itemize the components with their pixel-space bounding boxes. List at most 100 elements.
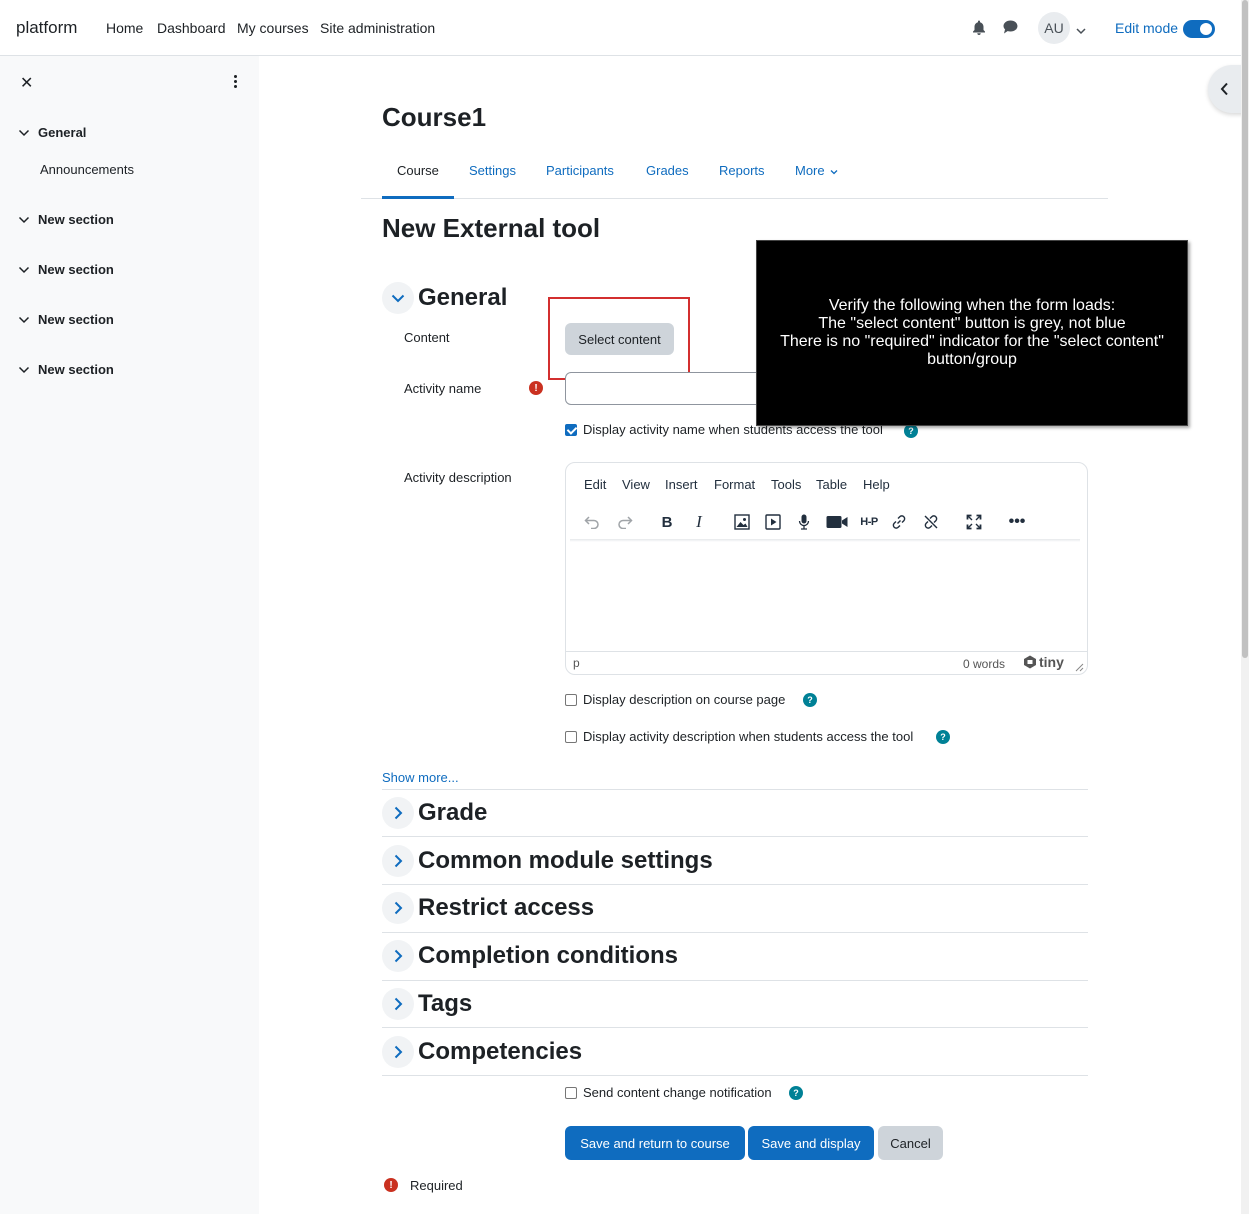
- unlink-icon[interactable]: [921, 512, 941, 532]
- editor-menu-view[interactable]: View: [622, 477, 650, 492]
- editor-menu-tools[interactable]: Tools: [771, 477, 801, 492]
- display-activity-description-checkbox-label: Display activity description when studen…: [583, 729, 914, 744]
- editor-menu-format[interactable]: Format: [714, 477, 755, 492]
- drawer-section-label: New section: [38, 362, 114, 377]
- section-completion-conditions-header[interactable]: Completion conditions: [382, 940, 678, 972]
- display-name-checkbox[interactable]: [565, 424, 577, 436]
- rich-text-editor[interactable]: Edit View Insert Format Tools Table Help…: [565, 462, 1088, 675]
- drawer-section-new-section[interactable]: New section: [18, 362, 114, 377]
- microphone-icon[interactable]: [794, 512, 814, 532]
- word-count[interactable]: 0 words: [963, 657, 1005, 671]
- chevron-left-icon: [1220, 82, 1228, 96]
- required-icon: !: [384, 1178, 398, 1192]
- editor-menu-edit[interactable]: Edit: [584, 477, 606, 492]
- tiny-branding[interactable]: tiny: [1023, 654, 1064, 670]
- nav-site-administration[interactable]: Site administration: [320, 20, 435, 36]
- nav-home[interactable]: Home: [106, 20, 143, 36]
- section-common-module-settings-header[interactable]: Common module settings: [382, 845, 713, 877]
- display-description-checkbox[interactable]: [565, 694, 577, 706]
- drawer-section-label: New section: [38, 312, 114, 327]
- editor-menu-insert[interactable]: Insert: [665, 477, 698, 492]
- display-activity-description-checkbox[interactable]: [565, 731, 577, 743]
- overlay-line: Verify the following when the form loads…: [828, 297, 1116, 314]
- drawer-section-label: General: [38, 125, 87, 140]
- redo-icon[interactable]: [615, 512, 635, 532]
- tab-reports[interactable]: Reports: [719, 163, 765, 178]
- italic-icon[interactable]: I: [689, 512, 709, 532]
- section-divider: [382, 932, 1088, 933]
- section-title: Competencies: [418, 1038, 583, 1065]
- chevron-right-icon: [382, 940, 414, 972]
- drawer-item-announcements[interactable]: Announcements: [40, 162, 134, 177]
- activity-description-label: Activity description: [404, 470, 512, 485]
- chevron-down-icon: [18, 316, 30, 323]
- scrollbar-thumb[interactable]: [1242, 0, 1248, 658]
- help-icon[interactable]: ?: [803, 693, 817, 707]
- active-tab-indicator: [382, 196, 454, 199]
- undo-icon[interactable]: [582, 512, 602, 532]
- chat-icon[interactable]: [1002, 19, 1018, 35]
- user-avatar[interactable]: AU: [1038, 12, 1070, 44]
- kebab-menu-icon[interactable]: [229, 73, 241, 89]
- course-title: Course1: [382, 102, 487, 132]
- bell-icon[interactable]: [971, 19, 987, 35]
- media-icon[interactable]: [763, 512, 783, 532]
- video-camera-icon[interactable]: [825, 512, 849, 532]
- drawer-section-new-section[interactable]: New section: [18, 312, 114, 327]
- edit-mode-toggle[interactable]: [1183, 20, 1215, 38]
- section-restrict-access-header[interactable]: Restrict access: [382, 892, 594, 924]
- link-icon[interactable]: [889, 512, 909, 532]
- chevron-down-icon: [18, 216, 30, 223]
- section-competencies-header[interactable]: Competencies: [382, 1036, 582, 1068]
- page-title: New External tool: [382, 213, 601, 243]
- send-notification-checkbox-label: Send content change notification: [583, 1085, 772, 1100]
- save-and-return-button[interactable]: Save and return to course: [565, 1126, 745, 1160]
- tab-course[interactable]: Course: [397, 163, 439, 178]
- chevron-down-icon[interactable]: [1076, 22, 1086, 38]
- tab-grades[interactable]: Grades: [646, 163, 689, 178]
- element-path[interactable]: p: [573, 656, 580, 670]
- required-legend: Required: [410, 1178, 463, 1193]
- tiny-logo-icon: [1024, 655, 1036, 669]
- editor-menu-table[interactable]: Table: [816, 477, 847, 492]
- page-scrollbar[interactable]: [1241, 0, 1249, 1214]
- activity-name-input[interactable]: [565, 372, 765, 405]
- bold-icon[interactable]: B: [657, 512, 677, 532]
- image-icon[interactable]: [732, 512, 752, 532]
- toggle-knob: [1200, 23, 1212, 35]
- chevron-right-icon: [382, 892, 414, 924]
- close-icon[interactable]: ✕: [20, 73, 33, 93]
- fullscreen-icon[interactable]: [964, 512, 984, 532]
- section-grade-header[interactable]: Grade: [382, 797, 487, 829]
- drawer-section-new-section[interactable]: New section: [18, 262, 114, 277]
- chevron-down-icon: [18, 266, 30, 273]
- chevron-down-icon: [18, 129, 30, 136]
- required-icon: !: [529, 381, 543, 395]
- editor-menu-help[interactable]: Help: [863, 477, 890, 492]
- tab-settings[interactable]: Settings: [469, 163, 516, 178]
- site-brand[interactable]: platform: [16, 18, 77, 38]
- course-index-drawer: [0, 56, 259, 1214]
- help-icon[interactable]: ?: [936, 730, 950, 744]
- help-icon[interactable]: ?: [904, 424, 918, 438]
- display-description-checkbox-label: Display description on course page: [583, 692, 786, 707]
- drawer-section-new-section[interactable]: New section: [18, 212, 114, 227]
- section-divider: [382, 1027, 1088, 1028]
- content-label: Content: [404, 330, 450, 345]
- section-general-header[interactable]: General: [382, 282, 507, 314]
- tab-participants[interactable]: Participants: [546, 163, 614, 178]
- tab-more[interactable]: More: [795, 163, 838, 178]
- resize-handle-icon[interactable]: [1075, 663, 1084, 672]
- nav-my-courses[interactable]: My courses: [237, 20, 309, 36]
- h5p-icon[interactable]: H-P: [857, 512, 881, 532]
- save-and-display-button[interactable]: Save and display: [748, 1126, 874, 1160]
- nav-dashboard[interactable]: Dashboard: [157, 20, 226, 36]
- send-notification-checkbox[interactable]: [565, 1087, 577, 1099]
- chevron-right-icon: [382, 1036, 414, 1068]
- section-tags-header[interactable]: Tags: [382, 988, 472, 1020]
- show-more-link[interactable]: Show more...: [382, 770, 459, 785]
- help-icon[interactable]: ?: [789, 1086, 803, 1100]
- more-icon[interactable]: •••: [1007, 512, 1027, 532]
- drawer-section-general[interactable]: General: [18, 125, 86, 140]
- cancel-button[interactable]: Cancel: [878, 1126, 943, 1160]
